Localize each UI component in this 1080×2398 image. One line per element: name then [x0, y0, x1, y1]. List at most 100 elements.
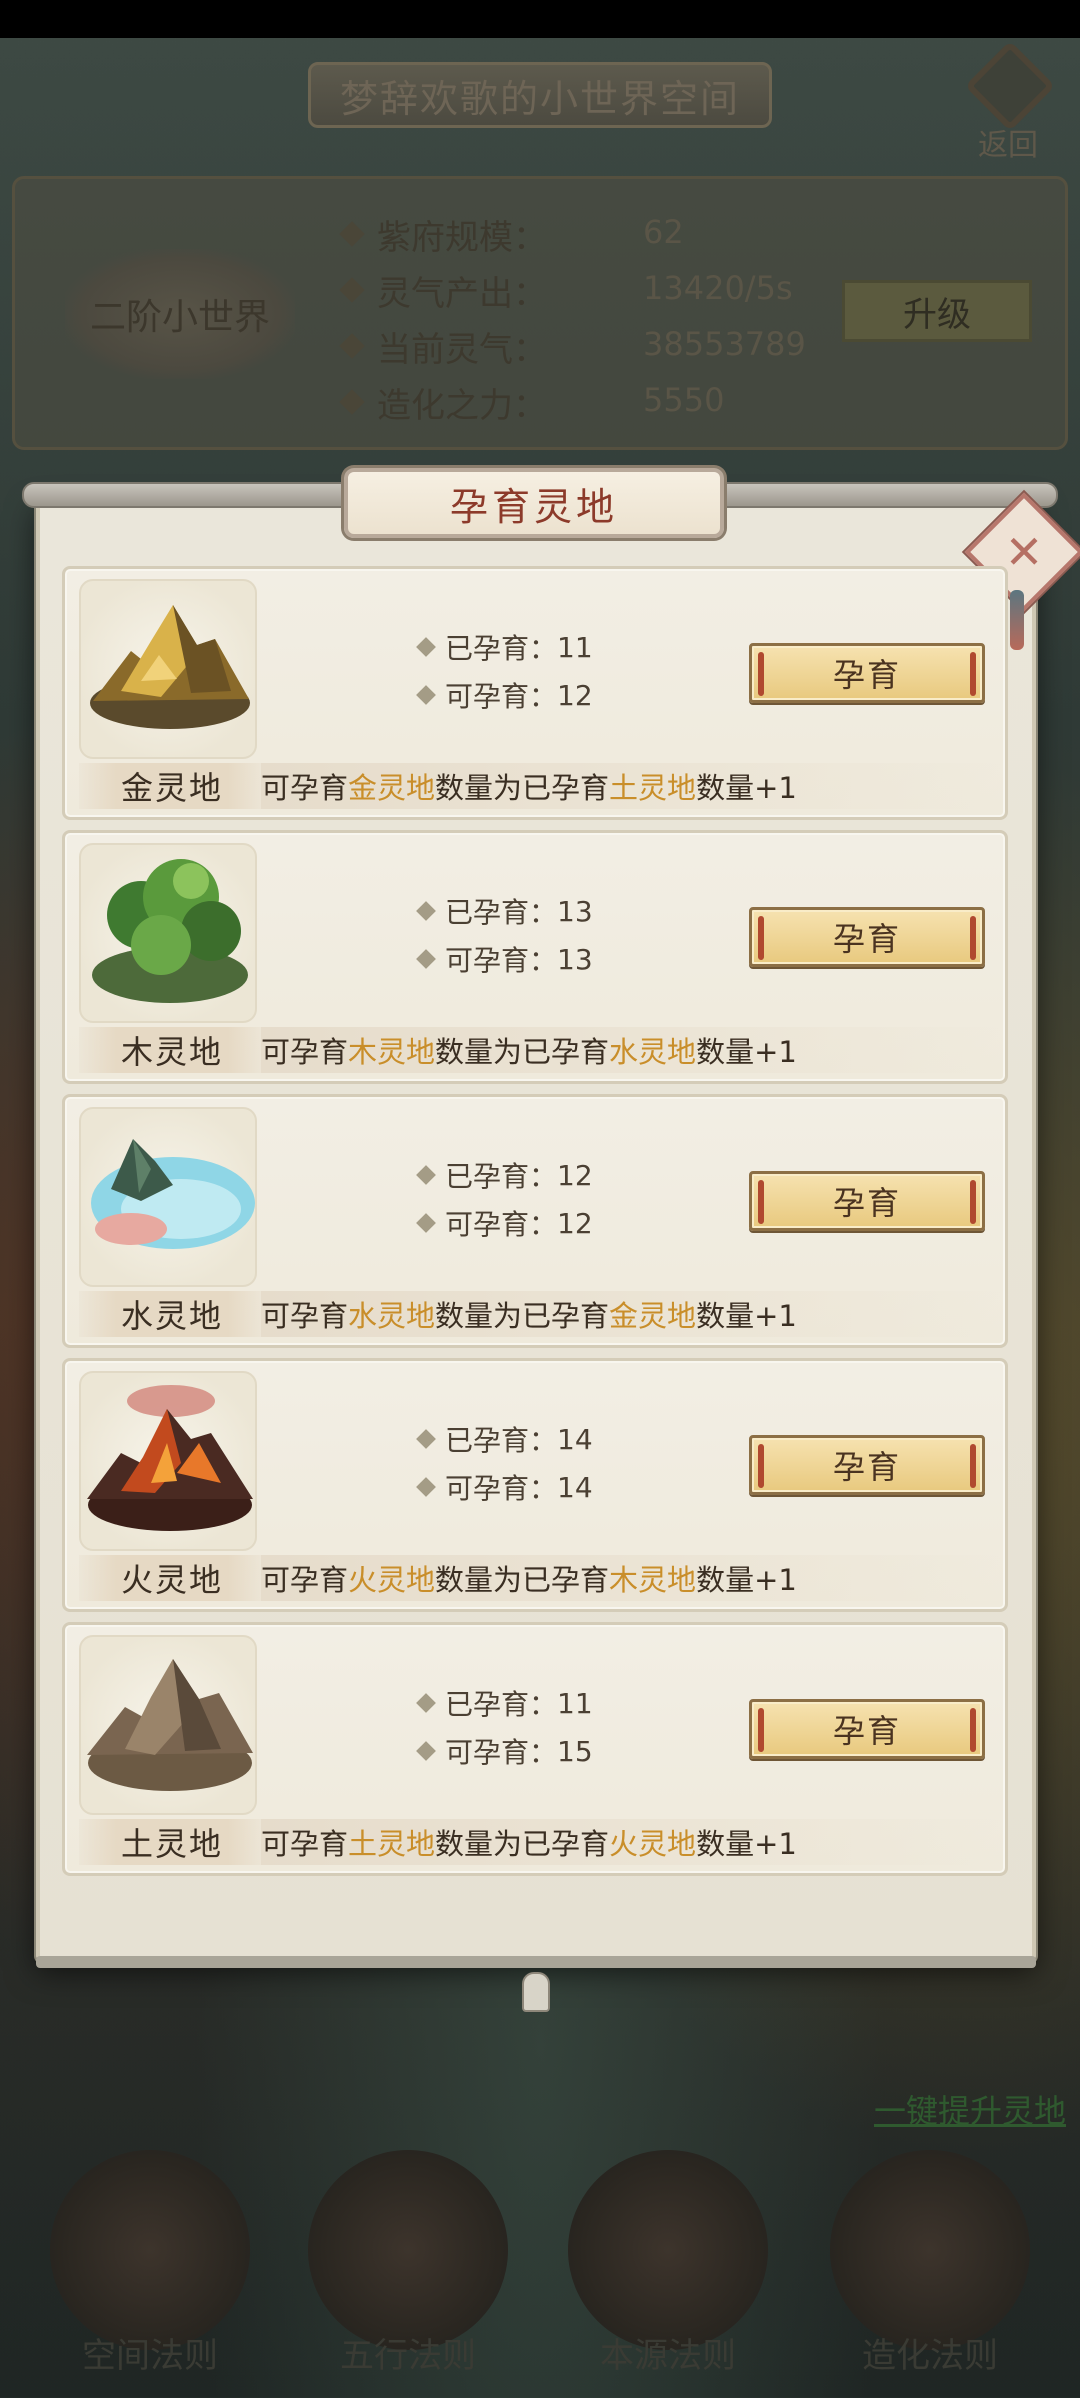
diamond-bullet-icon	[416, 685, 436, 705]
diamond-bullet-icon	[416, 1429, 436, 1449]
scroll-rod-bottom	[36, 1956, 1036, 1968]
diamond-bullet-icon	[416, 1693, 436, 1713]
back-button[interactable]: 返回	[960, 40, 1060, 163]
land-card-earth: 已孕育： 11 可孕育： 15 孕育 土灵地 可孕育 土灵地 数量为已孕育 火灵地 数量+1	[62, 1622, 1008, 1876]
diamond-bullet-icon	[339, 221, 365, 247]
stat-label: 紫府规模：	[377, 217, 547, 258]
bred-label: 已孕育：	[445, 896, 558, 929]
available-label: 可孕育：	[445, 1208, 558, 1241]
diamond-bullet-icon	[416, 1477, 436, 1497]
back-arrow-icon	[964, 40, 1056, 132]
rule-text: 可孕育	[261, 1563, 349, 1597]
land-name: 土灵地	[79, 1819, 265, 1865]
bred-value: 12	[557, 1158, 593, 1192]
diamond-bullet-icon	[416, 1213, 436, 1233]
rule-highlight: 木灵地	[609, 1563, 697, 1597]
bred-label: 已孕育：	[445, 1688, 558, 1721]
upgrade-button[interactable]: 升级	[842, 280, 1032, 342]
diamond-bullet-icon	[416, 901, 436, 921]
breed-button-wood[interactable]: 孕育	[749, 907, 985, 967]
status-bar	[0, 0, 1080, 38]
rule-highlight: 水灵地	[348, 1299, 436, 1333]
land-card-water: 已孕育： 12 可孕育： 12 孕育 水灵地 可孕育 水灵地 数量为已孕育 金灵地 数量+1	[62, 1094, 1008, 1348]
bred-label: 已孕育：	[445, 1424, 558, 1457]
law-label: 五行法则	[340, 2336, 476, 2376]
fire-volcano-icon	[79, 1371, 257, 1551]
gold-mountain-icon	[79, 579, 257, 759]
rule-text: 数量为已孕育	[435, 1827, 610, 1861]
stat-row-creation: 造化之力： 5550	[339, 377, 724, 427]
diamond-bullet-icon	[416, 949, 436, 969]
breed-button-gold[interactable]: 孕育	[749, 643, 985, 703]
creation-law-button[interactable]: 造化法则	[830, 2150, 1030, 2376]
land-card-wood: 已孕育： 13 可孕育： 13 孕育 木灵地 可孕育 木灵地 数量为已孕育 水灵地 数量+1	[62, 830, 1008, 1084]
diamond-bullet-icon	[339, 333, 365, 359]
stat-label: 造化之力：	[377, 385, 547, 426]
rule-text: 可孕育	[261, 1299, 349, 1333]
bred-label: 已孕育：	[445, 632, 558, 665]
space-law-icon	[50, 2150, 250, 2350]
available-count: 可孕育： 12	[416, 1203, 593, 1243]
stat-value: 13420/5s	[643, 269, 793, 307]
rule-highlight: 火灵地	[609, 1827, 697, 1861]
stat-value: 5550	[643, 381, 725, 419]
breed-rule: 可孕育 水灵地 数量为已孕育 金灵地 数量+1	[261, 1291, 1001, 1337]
land-name: 火灵地	[79, 1555, 265, 1601]
rule-text: 数量为已孕育	[435, 1563, 610, 1597]
five-elements-law-icon	[308, 2150, 508, 2350]
bred-count: 已孕育： 11	[416, 627, 593, 667]
origin-law-icon	[568, 2150, 768, 2350]
rule-text: 数量+1	[696, 771, 797, 805]
rule-text: 可孕育	[261, 1827, 349, 1861]
stat-value: 38553789	[643, 325, 806, 363]
bred-count: 已孕育： 14	[416, 1419, 593, 1459]
bred-count: 已孕育： 13	[416, 891, 593, 931]
diamond-bullet-icon	[339, 389, 365, 415]
rule-text: 数量+1	[696, 1299, 797, 1333]
breed-rule: 可孕育 土灵地 数量为已孕育 火灵地 数量+1	[261, 1819, 1001, 1865]
diamond-bullet-icon	[416, 1165, 436, 1185]
available-count: 可孕育： 15	[416, 1731, 593, 1771]
available-count: 可孕育： 12	[416, 675, 593, 715]
breed-button-water[interactable]: 孕育	[749, 1171, 985, 1231]
rule-text: 数量为已孕育	[435, 1035, 610, 1069]
rule-text: 数量+1	[696, 1827, 797, 1861]
available-label: 可孕育：	[445, 1736, 558, 1769]
rule-highlight: 水灵地	[609, 1035, 697, 1069]
space-law-button[interactable]: 空间法则	[50, 2150, 250, 2376]
stat-label: 灵气产出：	[377, 273, 547, 314]
five-elements-law-button[interactable]: 五行法则	[308, 2150, 508, 2376]
rule-text: 可孕育	[261, 771, 349, 805]
land-card-gold: 已孕育： 11 可孕育： 12 孕育 金灵地 可孕育 金灵地 数量为已孕育 土灵地 数量+1	[62, 566, 1008, 820]
law-label: 空间法则	[82, 2336, 218, 2376]
tassel-decoration	[1010, 590, 1024, 650]
rule-text: 数量为已孕育	[435, 771, 610, 805]
origin-law-button[interactable]: 本源法则	[568, 2150, 768, 2376]
stat-row-current: 当前灵气： 38553789	[339, 321, 806, 371]
breed-rule: 可孕育 火灵地 数量为已孕育 木灵地 数量+1	[261, 1555, 1001, 1601]
available-value: 12	[557, 1206, 593, 1240]
diamond-bullet-icon	[416, 637, 436, 657]
rule-text: 数量+1	[696, 1035, 797, 1069]
breed-button-earth[interactable]: 孕育	[749, 1699, 985, 1759]
diamond-bullet-icon	[416, 1741, 436, 1761]
bell-ornament-icon	[522, 1972, 550, 2012]
bred-count: 已孕育： 11	[416, 1683, 593, 1723]
law-label: 本源法则	[600, 2336, 736, 2376]
rule-text: 数量+1	[696, 1563, 797, 1597]
modal-title: 孕育灵地	[344, 468, 724, 538]
rule-highlight: 土灵地	[609, 771, 697, 805]
back-label: 返回	[978, 128, 1038, 163]
breed-button-fire[interactable]: 孕育	[749, 1435, 985, 1495]
available-count: 可孕育： 14	[416, 1467, 593, 1507]
one-click-upgrade-link[interactable]: 一键提升灵地	[874, 2086, 1066, 2132]
breed-rule: 可孕育 木灵地 数量为已孕育 水灵地 数量+1	[261, 1027, 1001, 1073]
available-label: 可孕育：	[445, 1472, 558, 1505]
bred-count: 已孕育： 12	[416, 1155, 593, 1195]
land-name: 水灵地	[79, 1291, 265, 1337]
bred-value: 11	[557, 1686, 593, 1720]
available-value: 13	[557, 942, 593, 976]
bred-value: 11	[557, 630, 593, 664]
available-value: 12	[557, 678, 593, 712]
land-card-fire: 已孕育： 14 可孕育： 14 孕育 火灵地 可孕育 火灵地 数量为已孕育 木灵地 数量+1	[62, 1358, 1008, 1612]
